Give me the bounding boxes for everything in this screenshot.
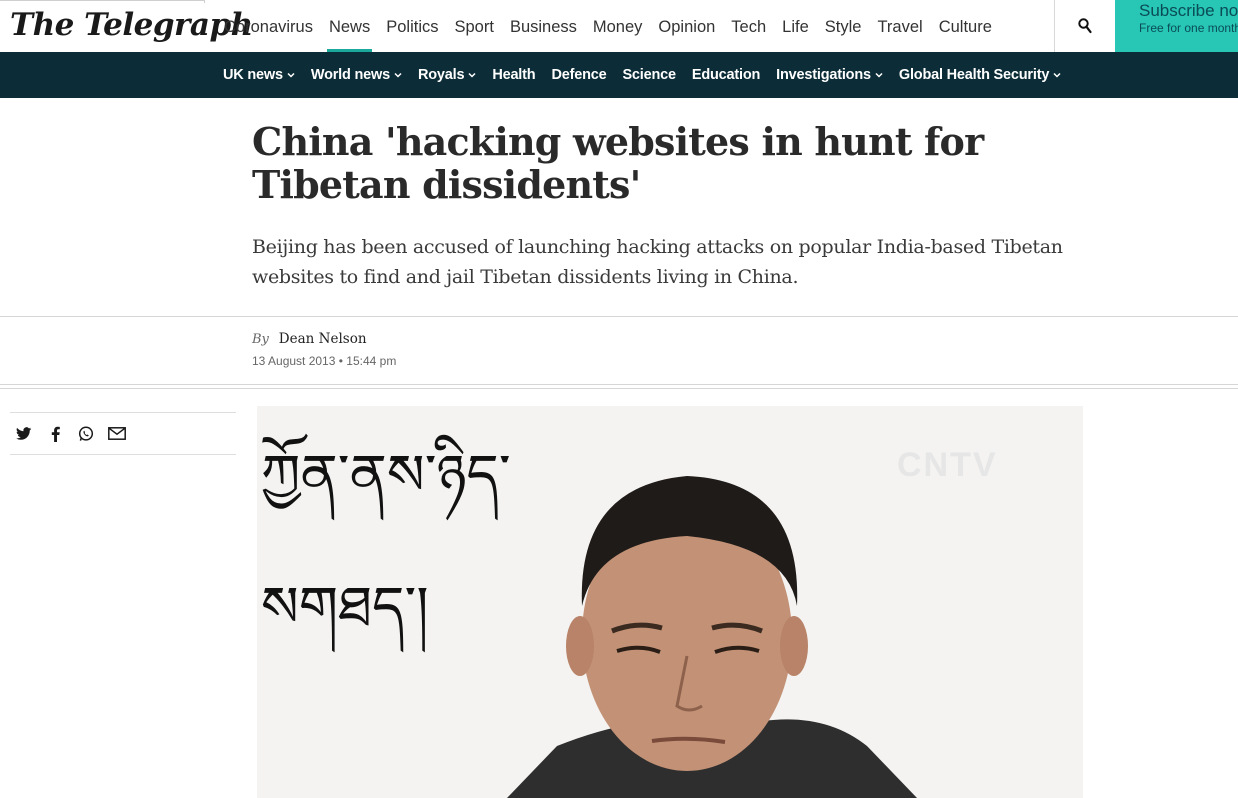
section-nav-global-health-security[interactable]: Global Health Security	[891, 52, 1069, 98]
header-edge-line	[0, 0, 205, 3]
section-nav-label: Royals	[417, 67, 465, 83]
email-icon[interactable]	[103, 420, 131, 448]
publish-date: 13 August 2013 • 15:44 pm	[252, 354, 397, 368]
subscribe-title: Subscribe now	[1139, 1, 1238, 20]
section-nav-label: Global Health Security	[898, 67, 1050, 83]
section-nav-health[interactable]: Health	[484, 52, 543, 98]
nav-life[interactable]: Life	[774, 0, 817, 52]
share-bar	[10, 412, 236, 455]
nav-opinion[interactable]: Opinion	[650, 0, 723, 52]
section-nav-label: Health	[492, 67, 536, 83]
section-nav-label: World news	[310, 67, 390, 83]
whatsapp-icon[interactable]	[72, 420, 100, 448]
byline: By Dean Nelson	[252, 330, 367, 347]
subscribe-subtitle: Free for one month	[1139, 21, 1238, 35]
nav-sport[interactable]: Sport	[447, 0, 502, 52]
divider	[0, 316, 1238, 317]
article-headline: China 'hacking websites in hunt for Tibe…	[252, 119, 984, 207]
section-nav-label: Education	[691, 67, 761, 83]
article-lead-image: ཀྱོན་ནས་ཉིད་ སགཐད་། CNTV	[257, 406, 1083, 798]
chevron-down-icon	[468, 72, 476, 78]
section-nav-label: Science	[622, 67, 676, 83]
nav-news[interactable]: News	[321, 0, 378, 52]
main-nav: Coronavirus News Politics Sport Business Mone…	[216, 0, 1000, 52]
top-header: The Telegraph Coronavirus News Politics Spo…	[0, 0, 1238, 52]
section-nav-royals[interactable]: Royals	[410, 52, 484, 98]
section-nav-label: Investigations	[776, 67, 871, 83]
search-icon	[1078, 18, 1092, 34]
nav-money[interactable]: Money	[585, 0, 651, 52]
section-nav-science[interactable]: Science	[614, 52, 683, 98]
search-button[interactable]	[1054, 0, 1115, 52]
nav-coronavirus[interactable]: Coronavirus	[216, 0, 321, 52]
section-nav-investigations[interactable]: Investigations	[768, 52, 891, 98]
nav-travel[interactable]: Travel	[869, 0, 930, 52]
section-nav-world-news[interactable]: World news	[303, 52, 410, 98]
subscribe-button[interactable]: Subscribe now Free for one month	[1115, 0, 1238, 52]
divider	[0, 388, 1238, 389]
article-standfirst: Beijing has been accused of launching ha…	[252, 236, 1063, 288]
author-link[interactable]: Dean Nelson	[279, 331, 367, 347]
section-nav-defence[interactable]: Defence	[543, 52, 614, 98]
divider	[0, 384, 1238, 385]
nav-business[interactable]: Business	[502, 0, 585, 52]
portrait-figure	[507, 476, 917, 798]
nav-style[interactable]: Style	[817, 0, 870, 52]
facebook-icon[interactable]	[41, 420, 69, 448]
chevron-down-icon	[287, 72, 295, 78]
by-label: By	[252, 332, 269, 347]
section-nav-uk-news[interactable]: UK news	[215, 52, 303, 98]
nav-politics[interactable]: Politics	[378, 0, 446, 52]
chevron-down-icon	[394, 72, 402, 78]
nav-tech[interactable]: Tech	[723, 0, 774, 52]
twitter-icon[interactable]	[10, 420, 38, 448]
chevron-down-icon	[875, 72, 883, 78]
chevron-down-icon	[1053, 72, 1061, 78]
section-nav-label: Defence	[551, 67, 607, 83]
section-nav: UK news World news Royals Health Defence Scie…	[0, 52, 1238, 98]
section-nav-education[interactable]: Education	[684, 52, 768, 98]
section-nav-label: UK news	[223, 67, 283, 83]
nav-culture[interactable]: Culture	[931, 0, 1000, 52]
